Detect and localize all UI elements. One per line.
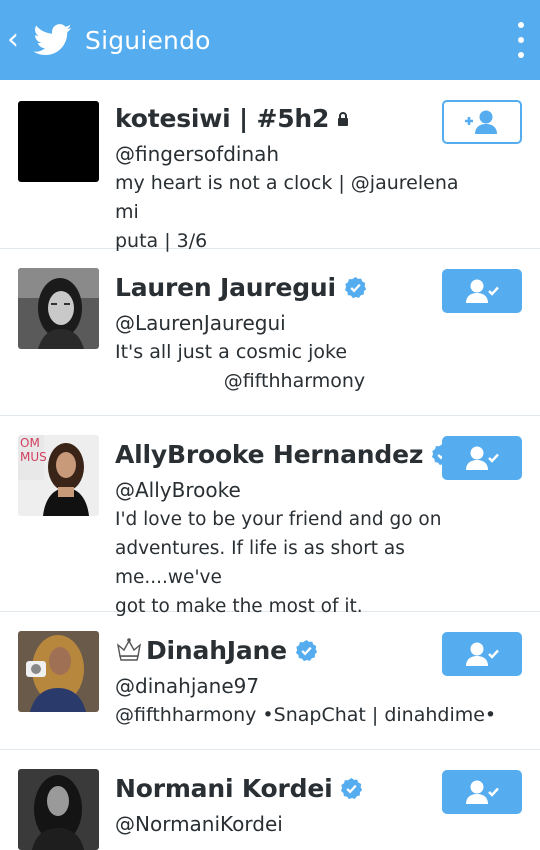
app-bar: ‹ Siguiendo: [0, 0, 540, 80]
following-button[interactable]: [442, 770, 522, 814]
following-check-icon: [466, 279, 499, 303]
lock-icon: [338, 112, 349, 126]
verified-badge-icon: [341, 777, 363, 799]
user-name: DinahJane: [146, 635, 287, 665]
following-check-icon: [466, 780, 499, 804]
following-check-icon: [466, 446, 499, 470]
follow-button[interactable]: [442, 100, 522, 144]
following-check-icon: [466, 642, 499, 666]
svg-text:MUS: MUS: [20, 450, 47, 464]
verified-badge-icon: [344, 276, 367, 298]
avatar[interactable]: [18, 769, 99, 850]
verified-badge-icon: [295, 639, 318, 661]
following-list: kotesiwi | #5h2 @fingersofdinah my heart…: [0, 80, 540, 850]
user-name: kotesiwi | #5h2: [115, 103, 330, 133]
avatar[interactable]: [18, 268, 99, 349]
twitter-bird-icon[interactable]: [33, 24, 73, 56]
avatar[interactable]: OM MUS: [18, 435, 99, 516]
user-bio: @fifthharmony •SnapChat | dinahdime•: [115, 704, 497, 726]
page-title: Siguiendo: [85, 25, 211, 55]
avatar[interactable]: [18, 631, 99, 712]
list-item[interactable]: Normani Kordei @NormaniKordei: [0, 750, 540, 850]
user-bio: I'd love to be your friend and go on adv…: [115, 509, 442, 617]
user-name: Lauren Jauregui: [115, 272, 336, 302]
user-name: AllyBrooke Hernandez: [115, 439, 424, 469]
list-item[interactable]: OM MUS AllyBrooke Hernandez @AllyBrooke …: [0, 416, 540, 617]
list-item[interactable]: DinahJane @dinahjane97 @fifthharmony •Sn…: [0, 612, 540, 750]
user-name: Normani Kordei: [115, 773, 333, 803]
avatar[interactable]: [18, 101, 99, 182]
crown-icon: [116, 638, 142, 661]
follow-add-icon: [465, 110, 497, 134]
list-item[interactable]: Lauren Jauregui @LaurenJauregui It's all…: [0, 249, 540, 416]
user-bio: It's all just a cosmic joke @fifthharmon…: [115, 341, 366, 392]
more-vertical-icon[interactable]: [516, 22, 526, 58]
following-button[interactable]: [442, 269, 522, 313]
following-button[interactable]: [442, 436, 522, 480]
back-icon[interactable]: ‹: [7, 25, 27, 55]
user-bio: my heart is not a clock | @jaurelena mi …: [115, 172, 459, 252]
following-button[interactable]: [442, 632, 522, 676]
svg-text:OM: OM: [20, 436, 40, 450]
list-item[interactable]: kotesiwi | #5h2 @fingersofdinah my heart…: [0, 80, 540, 252]
